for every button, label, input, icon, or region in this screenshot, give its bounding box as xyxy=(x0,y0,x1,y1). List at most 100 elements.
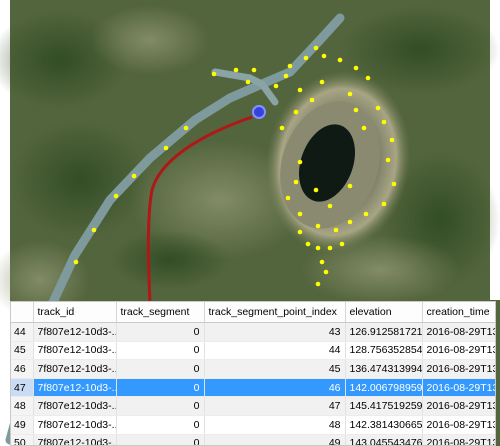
yellow-dot-icon[interactable] xyxy=(315,245,321,251)
yellow-dot-icon[interactable] xyxy=(297,211,303,217)
row-number[interactable]: 50 xyxy=(11,434,34,445)
yellow-dot-icon[interactable] xyxy=(381,201,387,207)
cell-track-id[interactable]: 7f807e12-10d3-... xyxy=(33,341,117,361)
cell-creation-time[interactable]: 2016-08-29T13:29:... xyxy=(422,415,495,435)
cell-creation-time[interactable]: 2016-08-29T13:27:... xyxy=(422,378,495,398)
yellow-dot-icon[interactable] xyxy=(315,281,321,287)
cell-creation-time[interactable]: 2016-08-29T13:29:... xyxy=(422,396,495,416)
cell-point-index[interactable]: 46 xyxy=(204,378,346,398)
cell-point-index[interactable]: 43 xyxy=(204,322,346,342)
row-number[interactable]: 44 xyxy=(11,322,34,342)
cell-track-segment[interactable]: 0 xyxy=(116,378,205,398)
cell-elevation[interactable]: 143.0455434765... xyxy=(345,434,423,445)
yellow-dot-icon[interactable] xyxy=(251,67,257,73)
yellow-dot-icon[interactable] xyxy=(297,159,303,165)
row-number[interactable]: 47 xyxy=(11,378,34,398)
cell-track-id[interactable]: 7f807e12-10d3-... xyxy=(33,359,117,379)
yellow-dot-icon[interactable] xyxy=(321,53,327,59)
cell-elevation[interactable]: 142.0067989593... xyxy=(345,378,423,398)
yellow-dot-icon[interactable] xyxy=(309,97,315,103)
cell-creation-time[interactable]: 2016-08-29T13:30:... xyxy=(422,434,495,445)
cell-creation-time[interactable]: 2016-08-29T13:26:... xyxy=(422,359,495,379)
selected-track-point-icon[interactable] xyxy=(252,105,266,119)
yellow-dot-icon[interactable] xyxy=(293,179,299,185)
column-header-elevation[interactable]: elevation xyxy=(345,302,423,323)
yellow-dot-icon[interactable] xyxy=(183,125,189,131)
yellow-dot-icon[interactable] xyxy=(313,187,319,193)
yellow-dot-icon[interactable] xyxy=(327,203,333,209)
column-header-track-segment-point-index[interactable]: track_segment_point_index xyxy=(204,302,346,323)
cell-creation-time[interactable]: 2016-08-29T13:25:... xyxy=(422,341,495,361)
yellow-dot-icon[interactable] xyxy=(389,137,395,143)
yellow-dot-icon[interactable] xyxy=(279,125,285,131)
row-number[interactable]: 49 xyxy=(11,415,34,435)
table-row[interactable]: 46 7f807e12-10d3-... 0 45 136.4743139944… xyxy=(11,359,495,379)
yellow-dot-icon[interactable] xyxy=(319,79,325,85)
cell-track-segment[interactable]: 0 xyxy=(116,359,205,379)
yellow-dot-icon[interactable] xyxy=(381,119,387,125)
yellow-dot-icon[interactable] xyxy=(211,71,217,77)
attribute-table[interactable]: track_id track_segment track_segment_poi… xyxy=(10,301,496,446)
corner-header[interactable] xyxy=(11,302,34,323)
cell-track-segment[interactable]: 0 xyxy=(116,415,205,435)
yellow-dot-icon[interactable] xyxy=(347,91,353,97)
cell-track-segment[interactable]: 0 xyxy=(116,322,205,342)
cell-track-segment[interactable]: 0 xyxy=(116,396,205,416)
yellow-dot-icon[interactable] xyxy=(233,67,239,73)
yellow-dot-icon[interactable] xyxy=(391,181,397,187)
cell-point-index[interactable]: 44 xyxy=(204,341,346,361)
yellow-dot-icon[interactable] xyxy=(297,87,303,93)
yellow-dot-icon[interactable] xyxy=(353,65,359,71)
yellow-dot-icon[interactable] xyxy=(385,157,391,163)
cell-track-id[interactable]: 7f807e12-10d3-... xyxy=(33,396,117,416)
yellow-dot-icon[interactable] xyxy=(361,125,367,131)
yellow-dot-icon[interactable] xyxy=(287,63,293,69)
table-row[interactable]: 48 7f807e12-10d3-... 0 47 145.4175192599… xyxy=(11,396,495,416)
cell-elevation[interactable]: 136.4743139944... xyxy=(345,359,423,379)
yellow-dot-icon[interactable] xyxy=(273,83,279,89)
table-row[interactable]: 49 7f807e12-10d3-... 0 48 142.3814306655… xyxy=(11,415,495,435)
yellow-dot-icon[interactable] xyxy=(313,45,319,51)
yellow-dot-icon[interactable] xyxy=(91,227,97,233)
yellow-dot-icon[interactable] xyxy=(315,223,321,229)
cell-elevation[interactable]: 145.4175192599... xyxy=(345,396,423,416)
table-row-selected[interactable]: 47 7f807e12-10d3-... 0 46 142.0067989593… xyxy=(11,378,495,398)
cell-point-index[interactable]: 45 xyxy=(204,359,346,379)
yellow-dot-icon[interactable] xyxy=(333,227,339,233)
column-header-creation-time[interactable]: creation_time xyxy=(422,302,495,323)
cell-track-id[interactable]: 7f807e12-10d3-... xyxy=(33,415,117,435)
table-row[interactable]: 50 7f807e12-10d3-... 0 49 143.0455434765… xyxy=(11,434,495,445)
yellow-dot-icon[interactable] xyxy=(375,105,381,111)
yellow-dot-icon[interactable] xyxy=(73,259,79,265)
cell-track-id[interactable]: 7f807e12-10d3-... xyxy=(33,378,117,398)
yellow-dot-icon[interactable] xyxy=(293,109,299,115)
cell-track-segment[interactable]: 0 xyxy=(116,341,205,361)
yellow-dot-icon[interactable] xyxy=(365,75,371,81)
yellow-dot-icon[interactable] xyxy=(297,229,303,235)
cell-elevation[interactable]: 126.9125817212... xyxy=(345,322,423,342)
yellow-dot-icon[interactable] xyxy=(347,219,353,225)
column-header-track-segment[interactable]: track_segment xyxy=(116,302,205,323)
column-header-track-id[interactable]: track_id xyxy=(33,302,117,323)
yellow-dot-icon[interactable] xyxy=(163,145,169,151)
cell-track-id[interactable]: 7f807e12-10d3-... xyxy=(33,434,117,445)
yellow-dot-icon[interactable] xyxy=(347,183,353,189)
yellow-dot-icon[interactable] xyxy=(303,55,309,61)
cell-track-id[interactable]: 7f807e12-10d3-... xyxy=(33,322,117,342)
table-row[interactable]: 44 7f807e12-10d3-... 0 43 126.912581721 2… xyxy=(11,322,495,342)
yellow-dot-icon[interactable] xyxy=(323,269,329,275)
cell-track-segment[interactable]: 0 xyxy=(116,434,205,445)
cell-point-index[interactable]: 49 xyxy=(204,434,346,445)
yellow-dot-icon[interactable] xyxy=(327,245,333,251)
yellow-dot-icon[interactable] xyxy=(283,73,289,79)
yellow-dot-icon[interactable] xyxy=(245,79,251,85)
yellow-dot-icon[interactable] xyxy=(337,57,343,63)
cell-elevation[interactable]: 142.3814306655... xyxy=(345,415,423,435)
yellow-dot-icon[interactable] xyxy=(363,211,369,217)
yellow-dot-icon[interactable] xyxy=(319,259,325,265)
yellow-dot-icon[interactable] xyxy=(113,193,119,199)
row-number[interactable]: 45 xyxy=(11,341,34,361)
row-number[interactable]: 46 xyxy=(11,359,34,379)
yellow-dot-icon[interactable] xyxy=(131,173,137,179)
cell-creation-time[interactable]: 2016-08-29T13:25:... xyxy=(422,322,495,342)
